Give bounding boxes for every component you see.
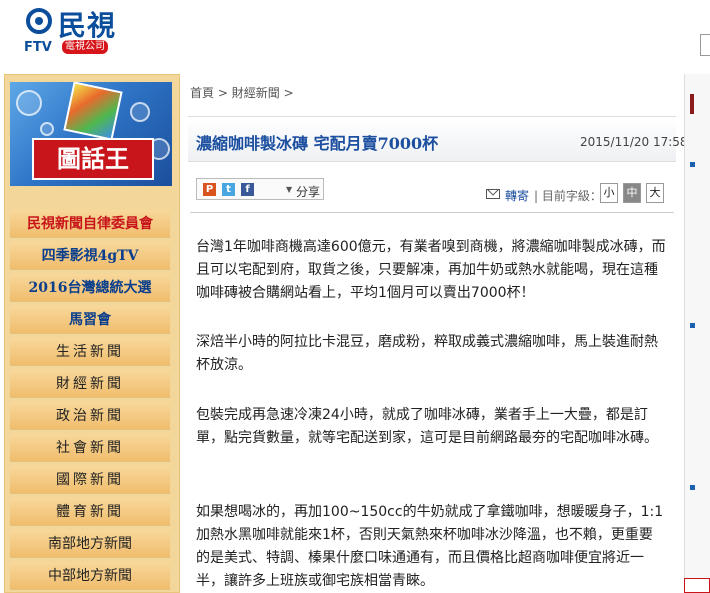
sidebar-item-finance[interactable]: 財經新聞 bbox=[10, 370, 170, 398]
tuhuawang-banner[interactable]: 圖話王 bbox=[10, 82, 172, 186]
mail-icon[interactable] bbox=[486, 189, 500, 199]
sidebar-item-4gtv[interactable]: 四季影視4gTV bbox=[10, 242, 170, 270]
breadcrumb-section[interactable]: 財經新聞 bbox=[232, 86, 280, 100]
sidebar-item-society[interactable]: 社會新聞 bbox=[10, 434, 170, 462]
breadcrumb-separator: > bbox=[283, 86, 294, 100]
twitter-icon[interactable]: t bbox=[222, 183, 235, 196]
right-sidebar bbox=[684, 74, 710, 593]
article-paragraph: 台灣1年咖啡商機高達600億元，有業者嗅到商機，將濃縮咖啡製成冰磚，而且可以宅配… bbox=[196, 239, 666, 301]
breadcrumb-separator: > bbox=[217, 86, 228, 100]
bullet-icon bbox=[690, 162, 695, 167]
banner-title: 圖話王 bbox=[32, 138, 154, 180]
facebook-icon[interactable]: f bbox=[241, 183, 254, 196]
sidebar-item-international[interactable]: 國際新聞 bbox=[10, 466, 170, 494]
logo-company-badge: 電視公司 bbox=[62, 40, 108, 54]
rubiks-cube-icon bbox=[63, 82, 123, 141]
article-paragraph: 深焙半小時的阿拉比卡混豆，磨成粉，粹取成義式濃縮咖啡，馬上裝進耐熱杯放涼。 bbox=[196, 334, 658, 373]
share-button[interactable]: 分享 bbox=[296, 183, 320, 200]
ftv-logo-icon[interactable] bbox=[26, 8, 52, 34]
bullet-icon bbox=[690, 323, 695, 328]
sidebar-item-politics[interactable]: 政治新聞 bbox=[10, 402, 170, 430]
sidebar-item-central[interactable]: 中部地方新聞 bbox=[10, 562, 170, 590]
breadcrumb-home[interactable]: 首頁 bbox=[190, 86, 214, 100]
font-small-button[interactable]: 小 bbox=[600, 183, 618, 203]
logo-text[interactable]: 民視 bbox=[58, 4, 116, 44]
article-paragraph: 如果想喝冰的，再加100~150cc的牛奶就成了拿鐵咖啡，想暖暖身子，1:1加熱… bbox=[196, 504, 664, 589]
article-title: 濃縮咖啡製冰磚 宅配月賣7000杯 bbox=[196, 134, 439, 153]
site-header: 民視 FTV 電視公司 bbox=[0, 0, 710, 64]
sidebar-item-life[interactable]: 生活新聞 bbox=[10, 338, 170, 366]
sidebar-item-south[interactable]: 南部地方新聞 bbox=[10, 530, 170, 558]
forward-link[interactable]: 轉寄 bbox=[505, 187, 529, 204]
logo-ftv: FTV bbox=[24, 40, 52, 55]
right-box bbox=[684, 578, 710, 593]
sidebar-item-election[interactable]: 2016台灣總統大選 bbox=[10, 274, 170, 302]
sidebar-item-self-regulation[interactable]: 民視新聞自律委員會 bbox=[10, 210, 170, 238]
breadcrumb: 首頁 > 財經新聞 > bbox=[190, 84, 294, 101]
sidebar-item-sports[interactable]: 體育新聞 bbox=[10, 498, 170, 526]
font-medium-button[interactable]: 中 bbox=[623, 183, 641, 203]
right-marker bbox=[690, 94, 694, 114]
article-date: 2015/11/20 17:58 bbox=[580, 135, 688, 149]
chevron-down-icon[interactable]: ▼ bbox=[286, 185, 292, 194]
plurk-icon[interactable]: P bbox=[203, 183, 216, 196]
font-size-label: | 目前字級： bbox=[534, 189, 602, 203]
font-large-button[interactable]: 大 bbox=[646, 183, 664, 203]
bullet-icon bbox=[690, 485, 695, 490]
search-input[interactable] bbox=[700, 34, 710, 56]
sidebar-item-ma-xi[interactable]: 馬習會 bbox=[10, 306, 170, 334]
article-paragraph: 包裝完成再急速冷凍24小時，就成了咖啡冰磚，業者手上一大疊，都是訂單，點完貨數量… bbox=[196, 407, 658, 446]
divider bbox=[190, 212, 674, 213]
